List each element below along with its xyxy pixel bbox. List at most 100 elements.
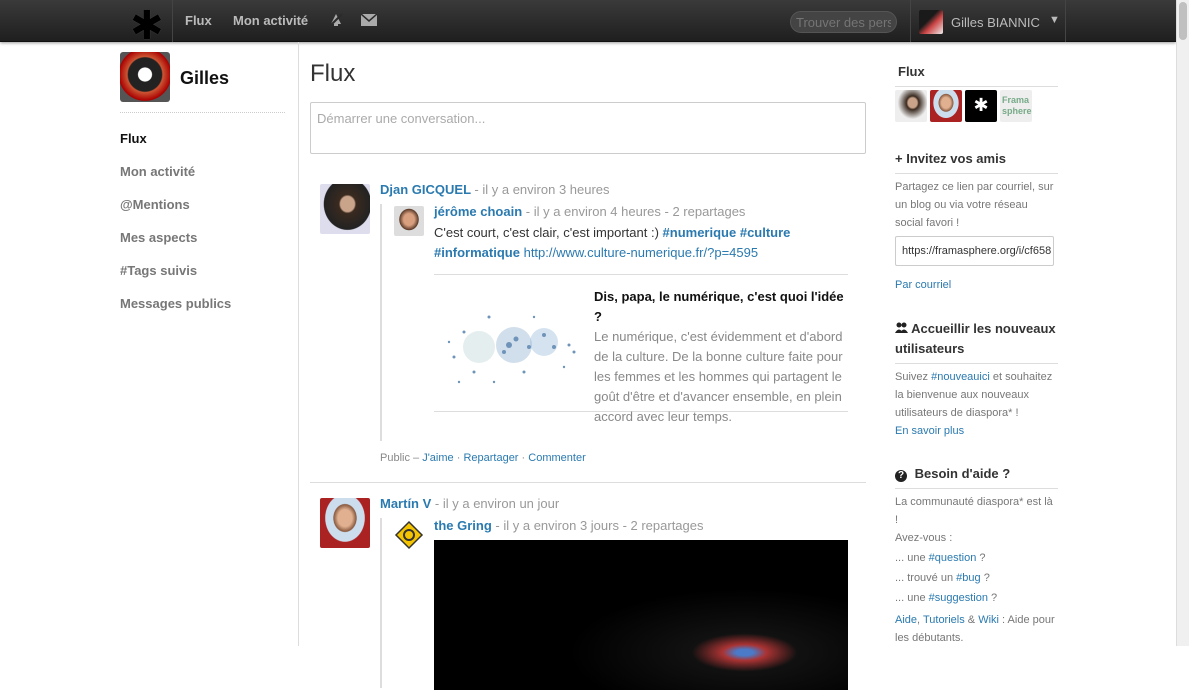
hashtag-link[interactable]: #numerique <box>663 225 737 240</box>
post-author-link[interactable]: Djan GICQUEL <box>380 182 471 197</box>
reshare-author-line: the Gring - il y a environ 3 jours - 2 r… <box>434 518 704 533</box>
external-link[interactable]: http://www.culture-numerique.fr/?p=4595 <box>524 245 759 260</box>
hashtag-link[interactable]: #bug <box>956 572 980 584</box>
question-icon: ? <box>895 470 907 482</box>
reshare-timestamp: - il y a environ 4 heures - 2 repartages <box>525 204 746 219</box>
invite-text: Partagez ce lien par courriel, sur un bl… <box>895 181 1054 229</box>
nav-divider <box>172 0 173 42</box>
help-b-pre: ... trouvé un <box>895 572 954 584</box>
diaspora-logo-icon[interactable]: ✱ <box>965 90 997 122</box>
sidebar-stream-title: Flux <box>895 62 1058 87</box>
reshare-timestamp: - il y a environ 3 jours - 2 repartages <box>495 518 704 533</box>
publisher-input[interactable]: Démarrer une conversation... <box>310 102 866 154</box>
users-icon <box>895 321 911 336</box>
reshare-author-avatar[interactable] <box>394 206 424 236</box>
help-links-line: Aide, Tutoriels & Wiki : Aide pour les d… <box>895 614 1055 644</box>
hashtag-link[interactable]: #question <box>929 552 977 564</box>
user-avatar <box>919 10 943 34</box>
profile-name[interactable]: Gilles <box>180 68 229 89</box>
help-wiki-link[interactable]: Wiki <box>978 614 999 626</box>
invite-link-field[interactable]: https://framasphere.org/i/cf658 <box>895 236 1054 266</box>
help-avez: Avez-vous : <box>895 532 953 544</box>
reshare-author-link[interactable]: jérôme choain <box>434 204 522 219</box>
reshare-block: jérôme choain - il y a environ 4 heures … <box>380 204 866 441</box>
post-visibility: Public – <box>380 452 420 464</box>
post-author-avatar[interactable] <box>320 184 370 234</box>
learn-more-link[interactable]: En savoir plus <box>895 425 964 437</box>
link-preview-card[interactable]: Dis, papa, le numérique, c'est quoi l'id… <box>434 274 849 424</box>
nav-activity-link[interactable]: Mon activité <box>233 13 308 28</box>
reshare-author-link[interactable]: the Gring <box>434 518 492 533</box>
help-suggestion-line: ... une #suggestion ? <box>895 589 1058 607</box>
left-sidebar: Gilles Flux Mon activité @Mentions Mes a… <box>0 42 299 646</box>
leftnav-aspects[interactable]: Mes aspects <box>120 230 197 245</box>
post-timestamp: - il y a environ un jour <box>434 496 560 511</box>
help-tutorials-link[interactable]: Tutoriels <box>923 614 965 626</box>
top-header-bar: ✱ Flux Mon activité Gilles BIANNIC ▼ <box>0 0 1176 46</box>
help-question-line: ... une #question ? <box>895 549 1058 567</box>
help-s-post: ? <box>991 592 998 604</box>
hashtag-link[interactable]: #suggestion <box>929 592 988 604</box>
contact-avatar[interactable] <box>895 90 927 122</box>
help-aide-link[interactable]: Aide <box>895 614 917 626</box>
hashtag-link[interactable]: #culture <box>740 225 791 240</box>
reshare-body: C'est court, c'est clair, c'est importan… <box>434 225 659 240</box>
post-author-line: Djan GICQUEL - il y a environ 3 heures <box>380 182 610 197</box>
reshare-author-avatar[interactable] <box>394 520 424 550</box>
reshare-block: the Gring - il y a environ 3 jours - 2 r… <box>380 518 866 690</box>
invite-section-title: + Invitez vos amis <box>895 149 1058 174</box>
help-bug-line: ... trouvé un #bug ? <box>895 569 1058 587</box>
invite-title: Invitez vos amis <box>906 151 1006 166</box>
welcome-text-pre: Suivez <box>895 371 929 383</box>
mail-icon[interactable] <box>360 13 378 26</box>
post-timestamp: - il y a environ 3 heures <box>474 182 610 197</box>
leftnav-followed-tags[interactable]: #Tags suivis <box>120 263 197 278</box>
caret-down-icon: ▼ <box>1049 14 1060 26</box>
post-author-link[interactable]: Martín V <box>380 496 431 511</box>
preview-description: Le numérique, c'est évidemment et d'abor… <box>594 329 843 424</box>
help-links-post: : Aide pour les débutants. <box>895 614 1055 644</box>
help-amp: & <box>967 614 976 626</box>
invite-by-email-link[interactable]: Par courriel <box>895 276 1058 294</box>
profile-avatar[interactable] <box>120 52 170 102</box>
help-section-title: ? Besoin d'aide ? <box>895 464 1058 489</box>
reshare-text: C'est court, c'est clair, c'est importan… <box>434 223 814 263</box>
help-b-post: ? <box>983 572 990 584</box>
plus-icon: + <box>895 151 903 166</box>
reshare-link[interactable]: Repartager <box>463 452 518 464</box>
post-photo[interactable] <box>434 540 848 690</box>
leftnav-stream[interactable]: Flux <box>120 131 147 146</box>
nav-stream-link[interactable]: Flux <box>185 13 212 28</box>
search-input[interactable] <box>790 11 897 33</box>
preview-title[interactable]: Dis, papa, le numérique, c'est quoi l'id… <box>594 287 849 327</box>
help-q-pre: ... une <box>895 552 926 564</box>
welcome-text: Suivez #nouveauici et souhaitez la bienv… <box>895 368 1058 440</box>
preview-network-graph-image[interactable] <box>434 287 584 402</box>
contact-avatar[interactable] <box>930 90 962 122</box>
page-scrollbar[interactable] <box>1176 0 1189 646</box>
leftnav-activity[interactable]: Mon activité <box>120 164 195 179</box>
hashtag-link[interactable]: #informatique <box>434 245 520 260</box>
divider <box>120 112 285 113</box>
post-actions: Public – J'aime · Repartager · Commenter <box>380 452 586 464</box>
user-menu[interactable]: Gilles BIANNIC ▼ <box>910 0 1066 42</box>
like-link[interactable]: J'aime <box>422 452 453 464</box>
notifications-icon[interactable] <box>328 12 344 28</box>
reshare-author-line: jérôme choain - il y a environ 4 heures … <box>434 204 745 219</box>
diaspora-logo-icon[interactable]: ✱ <box>130 6 164 46</box>
welcome-title: Accueillir les nouveaux utilisateurs <box>895 321 1056 356</box>
leftnav-mentions[interactable]: @Mentions <box>120 197 190 212</box>
scrollbar-thumb[interactable] <box>1179 2 1187 40</box>
user-name: Gilles BIANNIC <box>951 15 1040 30</box>
post-divider <box>310 482 866 483</box>
help-text: La communauté diaspora* est là ! Avez-vo… <box>895 493 1058 647</box>
leftnav-public[interactable]: Messages publics <box>120 296 231 311</box>
post-author-line: Martín V - il y a environ un jour <box>380 496 559 511</box>
help-intro: La communauté diaspora* est là ! <box>895 496 1053 526</box>
post-author-avatar[interactable] <box>320 498 370 548</box>
help-s-pre: ... une <box>895 592 926 604</box>
hashtag-link[interactable]: #nouveauici <box>931 371 990 383</box>
framasphere-logo-icon[interactable]: Frama sphere <box>1000 90 1032 122</box>
comment-link[interactable]: Commenter <box>528 452 585 464</box>
help-title: Besoin d'aide ? <box>914 466 1011 481</box>
